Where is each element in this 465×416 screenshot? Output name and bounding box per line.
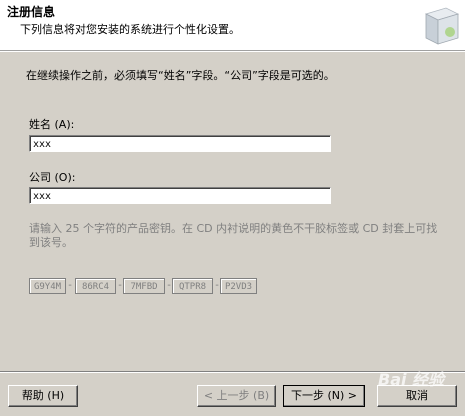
watermark: Bai 经验 xyxy=(378,370,445,389)
wizard-title: 注册信息 xyxy=(7,5,56,19)
wizard-subtitle: 下列信息将对您安装的系统进行个性化设置。 xyxy=(20,23,240,36)
product-key-segment: QTPR8 xyxy=(172,278,213,294)
name-label: 姓名 (A): xyxy=(29,118,75,131)
company-input[interactable]: xxx xyxy=(29,187,331,204)
next-button[interactable]: 下一步 (N) > xyxy=(283,385,365,407)
product-key-segment: 7MFBD xyxy=(123,278,165,294)
key-dash: - xyxy=(68,280,72,291)
product-key-segment: G9Y4M xyxy=(29,278,66,294)
product-key-note: 请输入 25 个字符的产品密钥。在 CD 内衬说明的黄色不干胶标签或 CD 封套… xyxy=(29,222,438,249)
company-label: 公司 (O): xyxy=(29,171,76,184)
header-separator xyxy=(0,51,465,52)
back-button[interactable]: < 上一步 (B) xyxy=(197,385,276,407)
help-button[interactable]: 帮助 (H) xyxy=(8,385,78,407)
product-key-segment: P2VD3 xyxy=(220,278,257,294)
setup-box-icon xyxy=(424,7,460,45)
name-input[interactable]: xxx xyxy=(29,135,331,152)
instruction-text: 在继续操作之前，必须填写“姓名”字段。“公司”字段是可选的。 xyxy=(26,69,335,82)
product-key-segment: 86RC4 xyxy=(75,278,116,294)
wizard-header: 注册信息 下列信息将对您安装的系统进行个性化设置。 xyxy=(0,0,465,51)
